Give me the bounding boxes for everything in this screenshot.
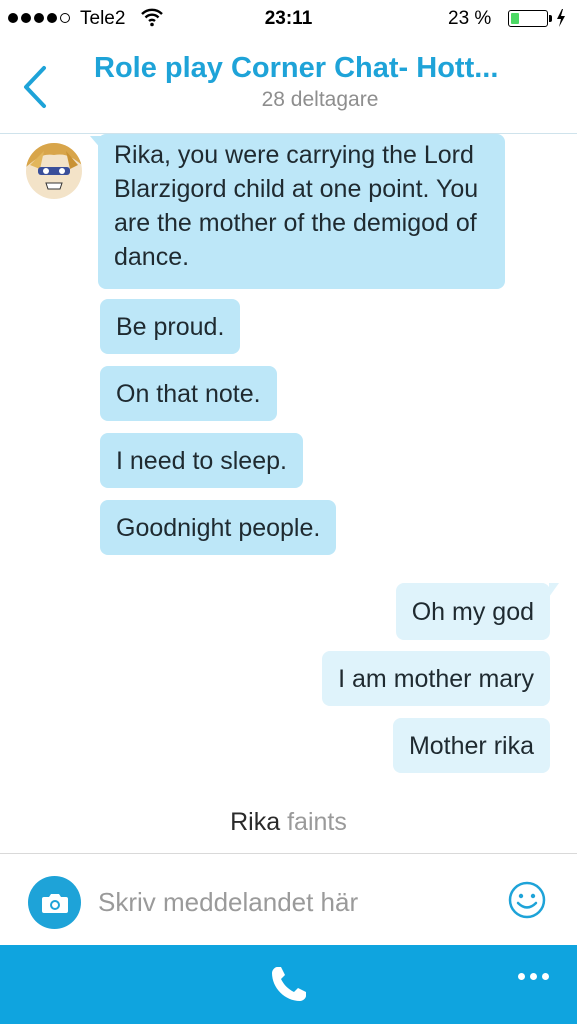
outgoing-message[interactable]: Mother rika [392,718,550,773]
system-message: Rika faints [0,808,577,837]
battery-percent: 23 % [448,8,492,29]
bubble-tail-outgoing [549,583,559,597]
battery-fill [511,13,519,24]
phone-icon[interactable] [268,963,310,1005]
incoming-message[interactable]: Goodnight people. [100,500,337,555]
chat-title[interactable]: Role play Corner Chat- Hott... [94,52,554,85]
battery-tip [549,15,552,22]
battery-icon [508,10,548,27]
status-bar: Tele2 23:11 23 % [0,0,577,36]
bottom-action-bar [0,945,577,1024]
camera-icon [41,893,68,913]
incoming-message[interactable]: Be proud. [100,299,241,354]
outgoing-message[interactable]: I am mother mary [322,651,550,706]
participant-count: 28 deltagare [261,88,379,111]
incoming-message[interactable]: I need to sleep. [100,433,303,488]
system-message-name: Rika [230,808,281,836]
message-input[interactable] [98,882,478,922]
smiley-icon[interactable] [507,880,547,920]
system-message-action: faints [287,808,347,836]
incoming-message[interactable]: On that note. [100,366,277,421]
more-dots-icon[interactable] [518,973,549,980]
charging-bolt-icon [557,9,565,27]
outgoing-message[interactable]: Oh my god [395,583,550,640]
chat-header: Role play Corner Chat- Hott... 28 deltag… [0,36,577,134]
avatar[interactable] [26,143,82,199]
message-composer [0,853,577,945]
incoming-message[interactable]: Rika, you were carrying the Lord Blarzig… [98,134,505,289]
camera-button[interactable] [28,876,81,929]
